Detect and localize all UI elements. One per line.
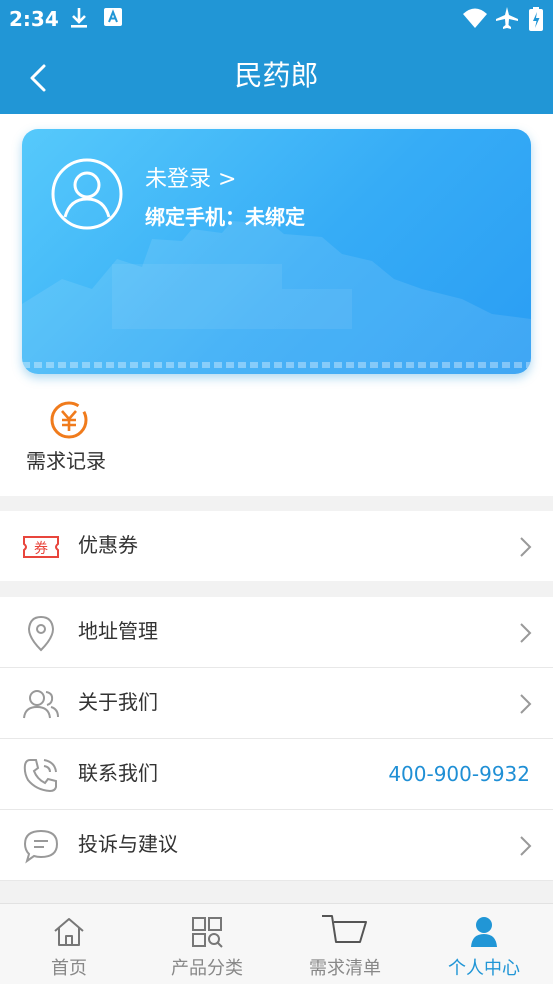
download-icon [71, 8, 87, 28]
coupon-icon: 券 [23, 536, 59, 558]
profile-section: 未登录 > 绑定手机：未绑定 需求记录 [0, 114, 553, 496]
login-status-link[interactable]: 未登录 > [145, 161, 236, 193]
about-us-row[interactable]: 关于我们 [0, 668, 553, 738]
demand-record-button[interactable]: 需求记录 [20, 399, 120, 473]
bottom-nav: 首页 产品分类 需求清单 个人中心 [0, 903, 553, 984]
address-management-row[interactable]: 地址管理 [0, 597, 553, 667]
home-icon [54, 918, 84, 946]
nav-label-demand-list: 需求清单 [309, 958, 381, 979]
cart-icon [322, 915, 367, 943]
chevron-right-icon [520, 836, 532, 856]
nav-label-profile: 个人中心 [448, 958, 520, 979]
nav-label-category: 产品分类 [171, 958, 243, 979]
status-time: 2:34 [9, 7, 59, 31]
feedback-row[interactable]: 投诉与建议 [0, 810, 553, 880]
contact-us-row[interactable]: 联系我们 400-900-9932 [0, 739, 553, 809]
page-title: 民药郎 [234, 59, 319, 92]
nav-item-profile[interactable]: 个人中心 [415, 904, 553, 984]
coupon-label: 优惠券 [78, 533, 138, 557]
nav-label-home: 首页 [51, 958, 87, 979]
app-header: 民药郎 [0, 40, 553, 114]
nav-item-home[interactable]: 首页 [0, 904, 138, 984]
yuan-coin-icon [50, 401, 88, 439]
coupon-badge-text: 券 [34, 541, 48, 557]
a-badge-icon [104, 8, 122, 26]
address-management-label: 地址管理 [78, 619, 158, 643]
hotline-number[interactable]: 400-900-9932 [388, 760, 530, 788]
about-us-label: 关于我们 [78, 690, 158, 714]
nav-item-category[interactable]: 产品分类 [138, 904, 276, 984]
person-icon [471, 917, 497, 947]
location-pin-icon [27, 615, 55, 652]
nav-item-demand-list[interactable]: 需求清单 [276, 904, 414, 984]
phone-icon [23, 759, 57, 793]
demand-record-label: 需求记录 [26, 449, 106, 473]
wifi-icon [463, 8, 487, 28]
avatar-icon[interactable] [50, 157, 124, 231]
profile-card[interactable]: 未登录 > 绑定手机：未绑定 [22, 129, 531, 374]
feedback-label: 投诉与建议 [78, 832, 178, 856]
chevron-right-icon [520, 623, 532, 643]
coupon-row[interactable]: 券 优惠券 [0, 511, 553, 581]
status-bar: 2:34 [0, 0, 553, 40]
contact-us-label: 联系我们 [78, 761, 158, 785]
bound-phone-status: 绑定手机：未绑定 [145, 205, 305, 229]
chevron-right-icon [520, 694, 532, 714]
battery-icon [529, 7, 543, 31]
people-icon [23, 690, 59, 719]
divider [0, 880, 553, 881]
airplane-icon [496, 7, 518, 29]
chat-bubble-icon [23, 829, 59, 864]
category-grid-icon [192, 917, 223, 948]
chevron-right-icon [520, 537, 532, 557]
